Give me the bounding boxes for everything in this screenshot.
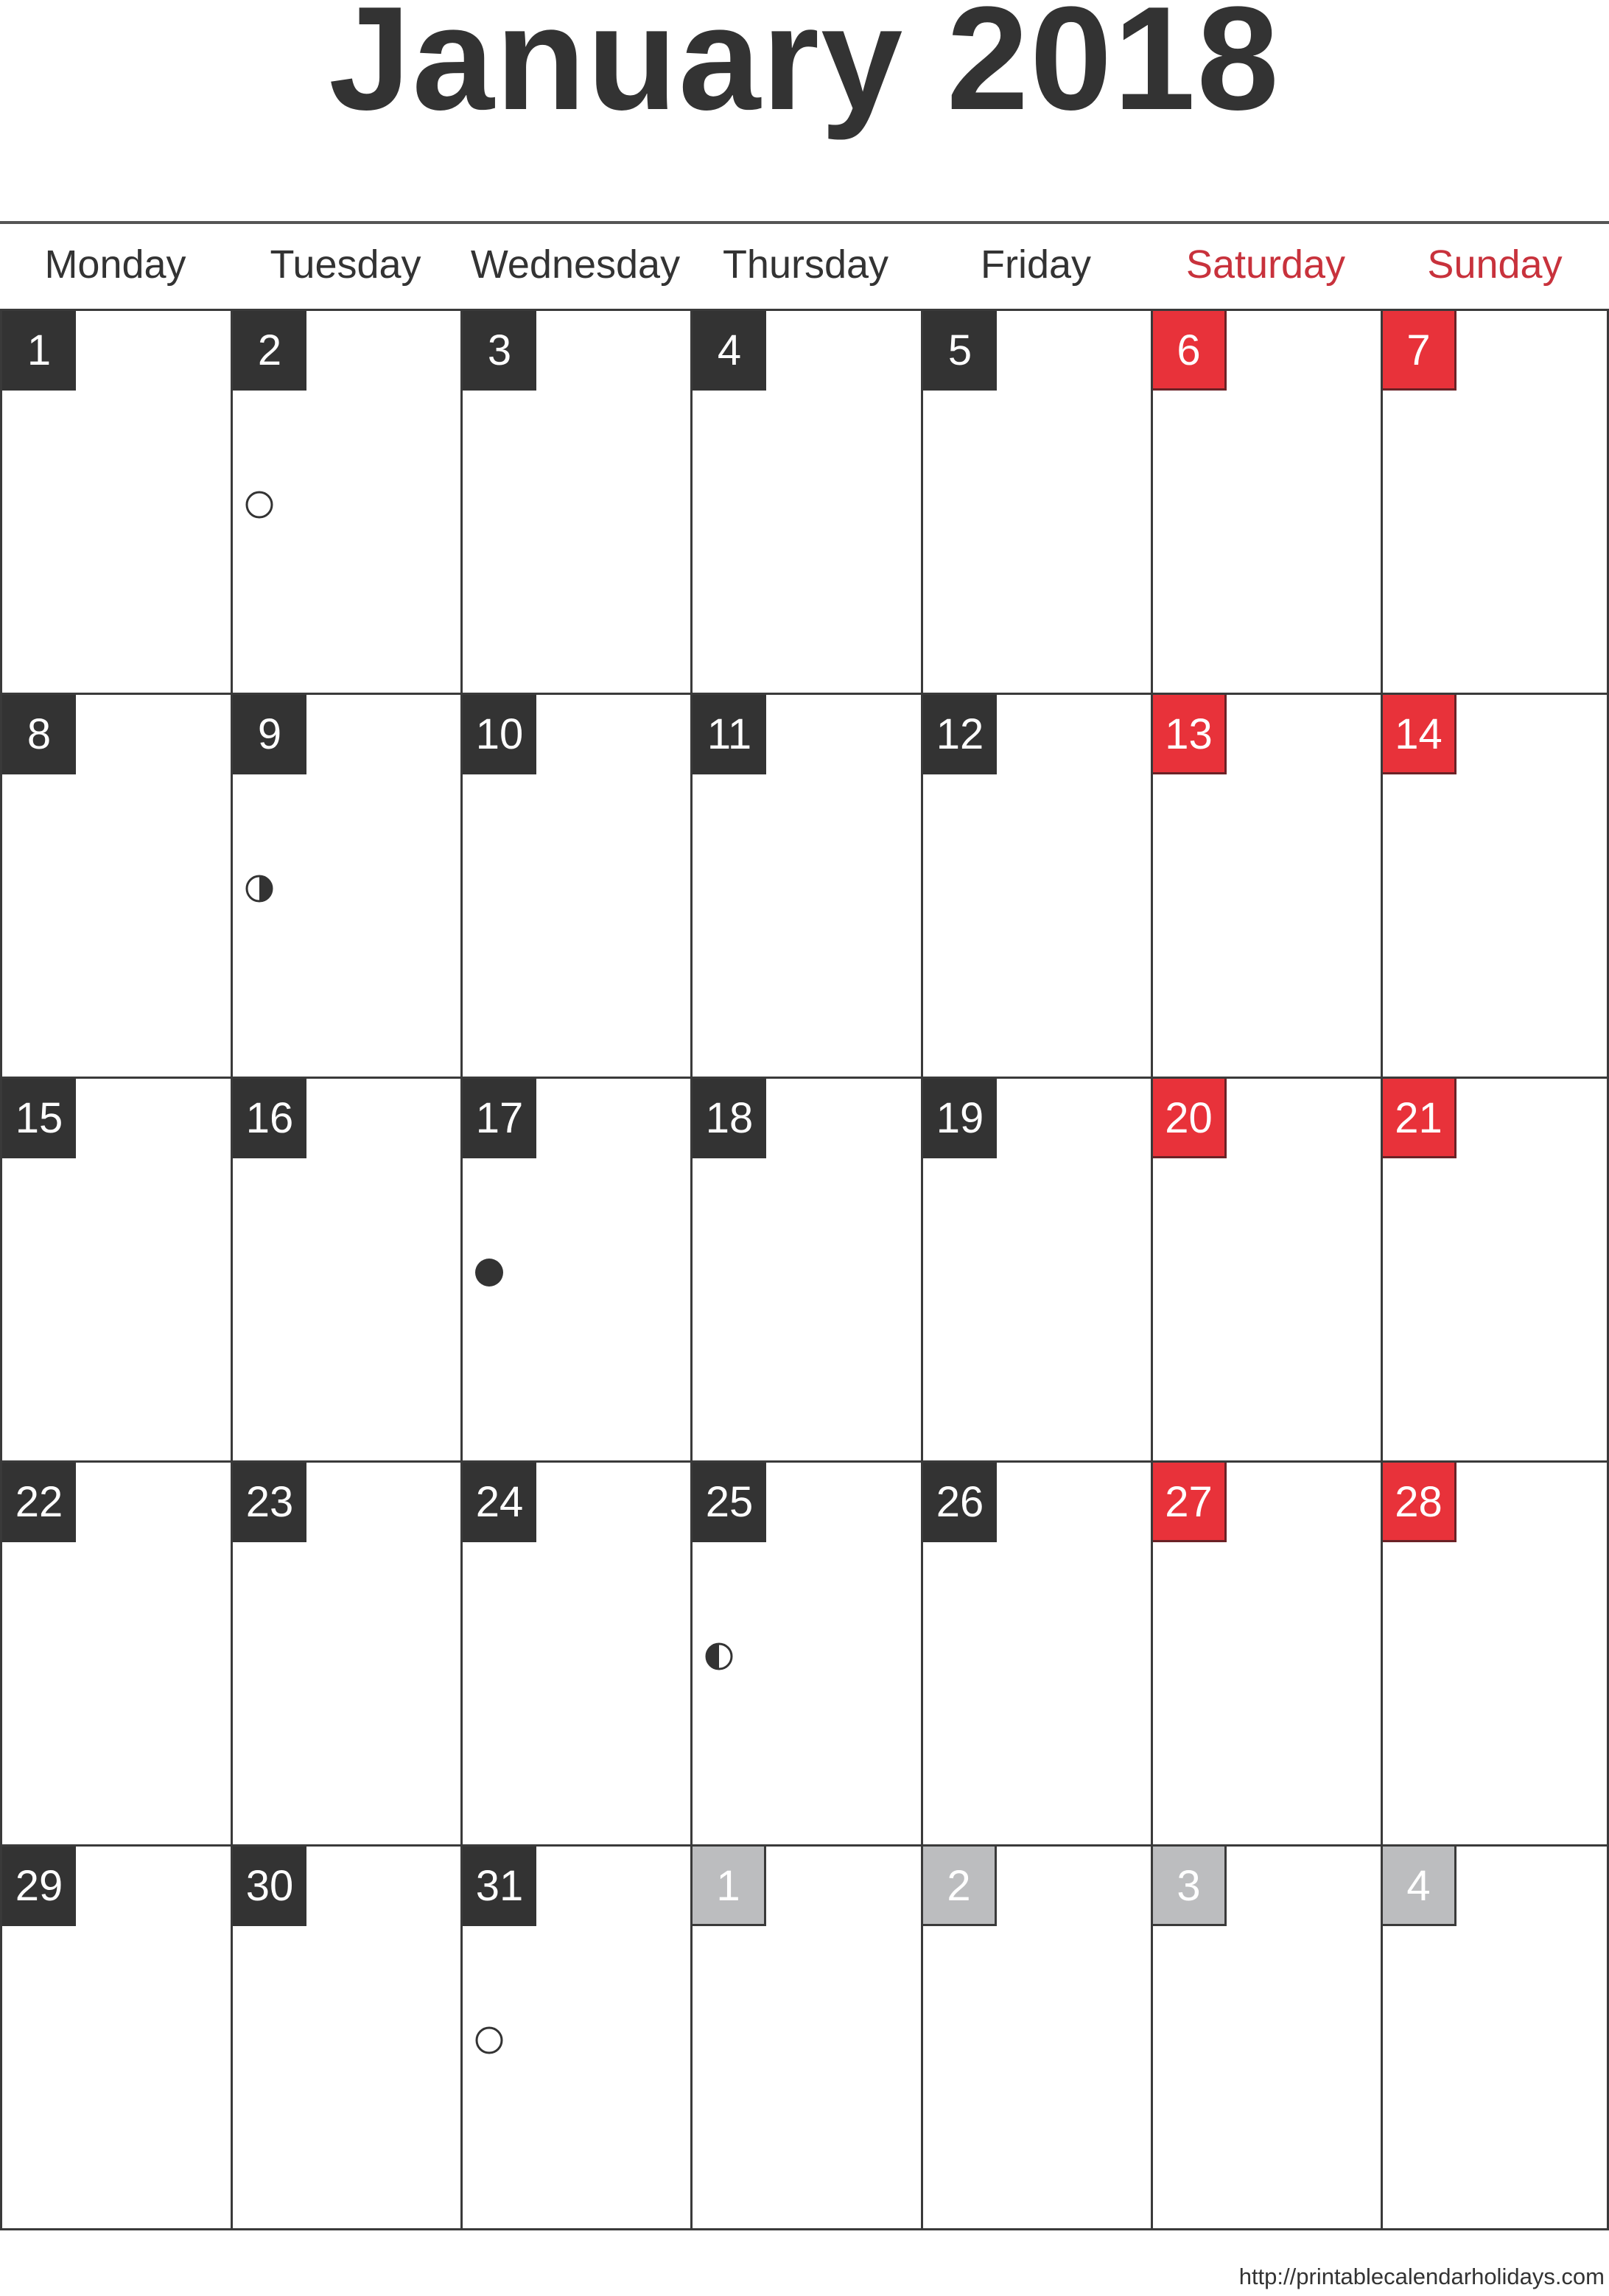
day-cell-next-month[interactable]: 3 [1151, 1844, 1381, 2230]
date-badge: 31 [463, 1847, 536, 1926]
day-cell[interactable]: 10 [460, 693, 690, 1077]
date-badge: 22 [2, 1463, 76, 1542]
day-cell[interactable]: 7 [1381, 309, 1609, 693]
date-badge: 9 [233, 695, 306, 774]
date-badge: 21 [1383, 1079, 1456, 1158]
day-cell[interactable]: 14 [1381, 693, 1609, 1077]
day-cell[interactable]: 31 [460, 1844, 690, 2230]
date-badge: 20 [1153, 1079, 1227, 1158]
day-cell[interactable]: 9 [231, 693, 460, 1077]
day-cell[interactable]: 28 [1381, 1460, 1609, 1844]
day-cell[interactable]: 29 [0, 1844, 231, 2230]
day-cell[interactable]: 25 [690, 1460, 921, 1844]
date-badge: 4 [1383, 1847, 1456, 1926]
day-cell[interactable]: 1 [0, 309, 231, 693]
date-badge: 2 [923, 1847, 997, 1926]
day-cell[interactable]: 8 [0, 693, 231, 1077]
day-cell[interactable]: 30 [231, 1844, 460, 2230]
date-badge: 19 [923, 1079, 997, 1158]
day-cell[interactable]: 22 [0, 1460, 231, 1844]
day-cell[interactable]: 6 [1151, 309, 1381, 693]
date-badge: 24 [463, 1463, 536, 1542]
date-badge: 10 [463, 695, 536, 774]
date-badge: 12 [923, 695, 997, 774]
weekday-saturday: Saturday [1185, 242, 1346, 287]
date-badge: 28 [1383, 1463, 1456, 1542]
date-badge: 27 [1153, 1463, 1227, 1542]
day-cell[interactable]: 12 [921, 693, 1151, 1077]
day-cell[interactable]: 3 [460, 309, 690, 693]
day-cell[interactable]: 18 [690, 1077, 921, 1460]
weekday-tuesday: Tuesday [270, 242, 421, 287]
day-cell[interactable]: 24 [460, 1460, 690, 1844]
date-badge: 23 [233, 1463, 306, 1542]
last-quarter-icon [245, 874, 274, 903]
day-cell[interactable]: 21 [1381, 1077, 1609, 1460]
full-moon-icon [474, 2026, 504, 2055]
weekday-wednesday: Wednesday [470, 242, 681, 287]
weekday-friday: Friday [980, 242, 1092, 287]
day-cell[interactable]: 26 [921, 1460, 1151, 1844]
day-cell[interactable]: 13 [1151, 693, 1381, 1077]
day-cell[interactable]: 20 [1151, 1077, 1381, 1460]
date-badge: 7 [1383, 311, 1456, 391]
day-cell-next-month[interactable]: 1 [690, 1844, 921, 2230]
date-badge: 26 [923, 1463, 997, 1542]
day-cell[interactable]: 15 [0, 1077, 231, 1460]
date-badge: 25 [693, 1463, 766, 1542]
date-badge: 3 [463, 311, 536, 391]
first-quarter-icon [704, 1642, 734, 1671]
day-cell[interactable]: 27 [1151, 1460, 1381, 1844]
date-badge: 15 [2, 1079, 76, 1158]
day-cell-next-month[interactable]: 2 [921, 1844, 1151, 2230]
date-badge: 1 [2, 311, 76, 391]
day-cell[interactable]: 23 [231, 1460, 460, 1844]
full-moon-icon [245, 490, 274, 519]
date-badge: 6 [1153, 311, 1227, 391]
day-cell[interactable]: 4 [690, 309, 921, 693]
day-cell[interactable]: 16 [231, 1077, 460, 1460]
day-cell-next-month[interactable]: 4 [1381, 1844, 1609, 2230]
date-badge: 17 [463, 1079, 536, 1158]
weekday-sunday: Sunday [1427, 242, 1563, 287]
date-badge: 16 [233, 1079, 306, 1158]
day-cell[interactable]: 2 [231, 309, 460, 693]
date-badge: 4 [693, 311, 766, 391]
calendar-grid: 1 2 3 4 5 6 7 8 9 10 11 12 13 14 15 16 17 18 19 20 21 22 23 24 2… [0, 309, 1609, 2230]
new-moon-icon [474, 1258, 504, 1287]
calendar-title: January 2018 [329, 0, 1280, 141]
date-badge: 29 [2, 1847, 76, 1926]
date-badge: 14 [1383, 695, 1456, 774]
date-badge: 30 [233, 1847, 306, 1926]
weekday-monday: Monday [44, 242, 186, 287]
date-badge: 11 [693, 695, 766, 774]
date-badge: 3 [1153, 1847, 1227, 1926]
date-badge: 8 [2, 695, 76, 774]
date-badge: 13 [1153, 695, 1227, 774]
footer-url[interactable]: http://printablecalendarholidays.com [1239, 2264, 1605, 2290]
weekday-thursday: Thursday [722, 242, 889, 287]
day-cell[interactable]: 19 [921, 1077, 1151, 1460]
day-cell[interactable]: 17 [460, 1077, 690, 1460]
day-cell[interactable]: 11 [690, 693, 921, 1077]
date-badge: 2 [233, 311, 306, 391]
date-badge: 1 [693, 1847, 766, 1926]
date-badge: 18 [693, 1079, 766, 1158]
day-cell[interactable]: 5 [921, 309, 1151, 693]
date-badge: 5 [923, 311, 997, 391]
weekday-header-row: Monday Tuesday Wednesday Thursday Friday Satu… [0, 224, 1609, 310]
